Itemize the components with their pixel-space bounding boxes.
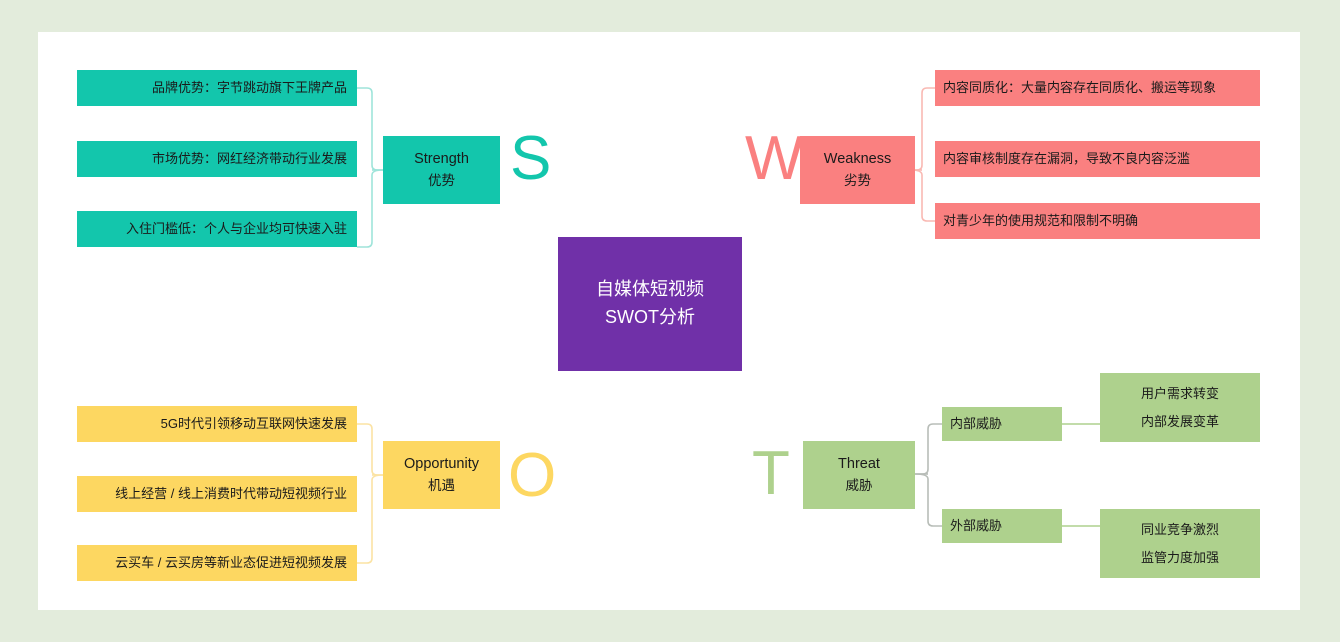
threat-external-details[interactable]: 同业竞争激烈 监管力度加强: [1100, 509, 1260, 578]
strength-letter: S: [510, 124, 552, 193]
strength-item-3[interactable]: 入住门槛低：个人与企业均可快速入驻: [77, 211, 357, 247]
opportunity-item-3[interactable]: 云买车 / 云买房等新业态促进短视频发展: [77, 545, 357, 581]
weakness-label-en: Weakness: [823, 151, 892, 167]
weakness-item-2[interactable]: 内容审核制度存在漏洞，导致不良内容泛滥: [935, 141, 1260, 177]
threat-internal-detail-2: 内部发展变革: [1140, 413, 1219, 429]
threat-category-node[interactable]: Threat 威胁: [803, 441, 915, 509]
center-title-line1: 自媒体短视频: [596, 279, 704, 300]
threat-branch-internal[interactable]: 内部威胁: [942, 407, 1062, 441]
strength-category-node[interactable]: Strength 优势: [383, 136, 500, 204]
weakness-item-1-label: 内容同质化：大量内容存在同质化、搬运等现象: [943, 79, 1217, 95]
weakness-letter: W: [745, 124, 804, 193]
opportunity-item-1-label: 5G时代引领移动互联网快速发展: [160, 415, 347, 431]
opportunity-item-1[interactable]: 5G时代引领移动互联网快速发展: [77, 406, 357, 442]
opportunity-item-2[interactable]: 线上经营 / 线上消费时代带动短视频行业: [77, 476, 357, 512]
opportunity-item-3-label: 云买车 / 云买房等新业态促进短视频发展: [115, 554, 347, 570]
threat-external-detail-2: 监管力度加强: [1140, 549, 1219, 565]
opportunity-label-en: Opportunity: [404, 456, 479, 472]
weakness-item-1[interactable]: 内容同质化：大量内容存在同质化、搬运等现象: [935, 70, 1260, 106]
opportunity-category-node[interactable]: Opportunity 机遇: [383, 441, 500, 509]
threat-letter: T: [752, 439, 790, 508]
threat-internal-details[interactable]: 用户需求转变 内部发展变革: [1100, 373, 1260, 442]
strength-label-en: Strength: [414, 151, 469, 167]
opportunity-item-2-label: 线上经营 / 线上消费时代带动短视频行业: [115, 485, 347, 501]
opportunity-label-cn: 机遇: [428, 477, 455, 493]
strength-item-3-label: 入住门槛低：个人与企业均可快速入驻: [125, 220, 347, 236]
weakness-label-cn: 劣势: [844, 172, 871, 188]
opportunity-letter: O: [508, 441, 557, 510]
center-title-line2: SWOT分析: [605, 307, 695, 327]
threat-external-detail-1: 同业竞争激烈: [1140, 521, 1219, 537]
threat-branch-external[interactable]: 外部威胁: [942, 509, 1062, 543]
weakness-category-node[interactable]: Weakness 劣势: [800, 136, 915, 204]
weakness-item-3[interactable]: 对青少年的使用规范和限制不明确: [935, 203, 1260, 239]
weakness-item-2-label: 内容审核制度存在漏洞，导致不良内容泛滥: [943, 150, 1191, 166]
diagram-canvas: 品牌优势：字节跳动旗下王牌产品 市场优势：网红经济带动行业发展 入住门槛低：个人…: [0, 0, 1340, 642]
threat-branch-external-label: 外部威胁: [950, 517, 1003, 533]
weakness-item-3-label: 对青少年的使用规范和限制不明确: [943, 212, 1139, 228]
strength-item-2-label: 市场优势：网红经济带动行业发展: [151, 150, 347, 166]
threat-branch-internal-label: 内部威胁: [950, 415, 1003, 431]
threat-label-cn: 威胁: [845, 477, 873, 493]
strength-label-cn: 优势: [428, 172, 455, 188]
threat-internal-detail-1: 用户需求转变: [1140, 385, 1219, 401]
strength-item-2[interactable]: 市场优势：网红经济带动行业发展: [77, 141, 357, 177]
threat-label-en: Threat: [838, 456, 880, 472]
strength-item-1[interactable]: 品牌优势：字节跳动旗下王牌产品: [77, 70, 357, 106]
center-topic-node[interactable]: 自媒体短视频 SWOT分析: [558, 237, 742, 371]
strength-item-1-label: 品牌优势：字节跳动旗下王牌产品: [151, 79, 347, 95]
